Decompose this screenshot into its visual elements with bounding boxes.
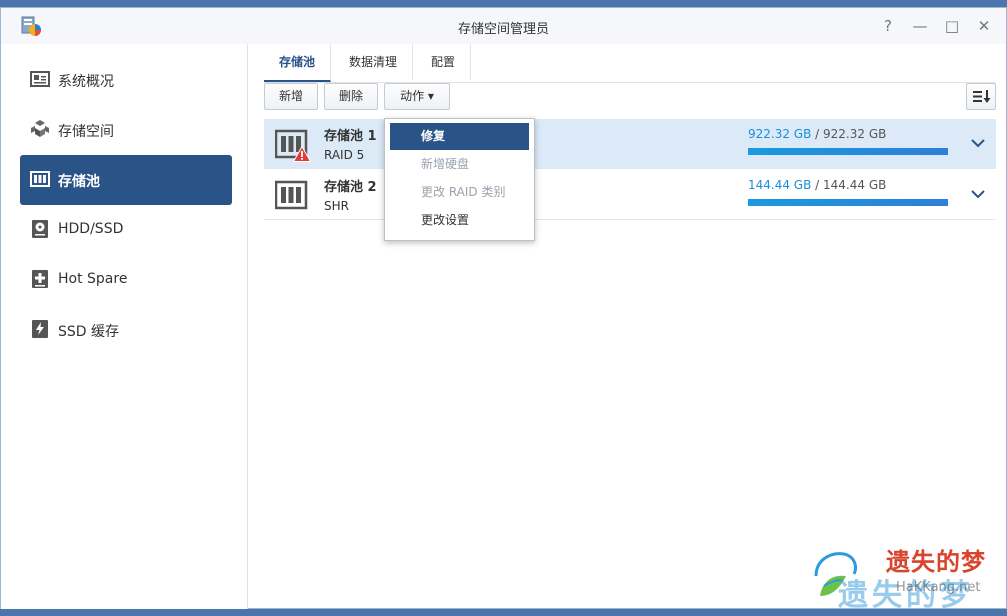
- create-button[interactable]: 新增: [264, 83, 318, 110]
- tab-data-scrubbing[interactable]: 数据清理: [334, 44, 414, 80]
- sidebar-item-volume[interactable]: 存储空间: [20, 105, 232, 155]
- pool-used: 144.44 GB: [748, 178, 812, 192]
- minimize-button[interactable]: —: [910, 16, 930, 36]
- sidebar-item-hdd-ssd[interactable]: HDD/SSD: [20, 205, 232, 255]
- sidebar: 系统概况 存储空间 存储池 HDD/SSD Hot Spare SSD 缓存: [1, 44, 248, 609]
- table-row[interactable]: 存储池 1 RAID 5 922.32 GB / 922.32 GB: [264, 119, 996, 169]
- sort-button[interactable]: [966, 83, 996, 110]
- pool-usage: 144.44 GB / 144.44 GB: [748, 178, 886, 192]
- pool-raid-type: RAID 5: [324, 148, 365, 162]
- usage-separator: /: [811, 127, 824, 141]
- pool-used: 922.32 GB: [748, 127, 812, 141]
- usage-bar: [748, 148, 948, 155]
- action-dropdown-button[interactable]: 动作 ▾: [384, 83, 450, 110]
- sidebar-item-hot-spare[interactable]: Hot Spare: [20, 255, 232, 305]
- pool-total: 144.44 GB: [823, 178, 887, 192]
- menu-item-add-disk[interactable]: 新增硬盘: [390, 151, 529, 178]
- sidebar-item-ssd-cache[interactable]: SSD 缓存: [20, 305, 232, 355]
- sort-icon: [973, 90, 991, 103]
- close-button[interactable]: ✕: [974, 16, 994, 36]
- usage-bar: [748, 199, 948, 206]
- sidebar-item-label: 系统概况: [58, 74, 114, 90]
- plus-box-icon: [32, 270, 48, 288]
- sidebar-item-label: Hot Spare: [58, 271, 128, 287]
- sidebar-item-label: SSD 缓存: [58, 324, 120, 340]
- sidebar-item-overview[interactable]: 系统概况: [20, 55, 232, 105]
- sidebar-item-label: 存储空间: [58, 124, 114, 140]
- tab-settings[interactable]: 配置: [416, 44, 472, 80]
- sidebar-item-storage-pool[interactable]: 存储池: [20, 155, 232, 205]
- pool-total: 922.32 GB: [823, 127, 887, 141]
- window-title: 存储空间管理员: [457, 22, 549, 37]
- menu-item-change-raid-type[interactable]: 更改 RAID 类别: [390, 179, 529, 206]
- storage-pool-icon: [275, 180, 308, 210]
- table-row[interactable]: 存储池 2 SHR 144.44 GB / 144.44 GB: [264, 170, 996, 220]
- cubes-icon: [31, 120, 49, 137]
- usage-bar-fill: [748, 199, 948, 206]
- menu-item-repair[interactable]: 修复: [390, 123, 529, 150]
- chevron-down-icon[interactable]: [970, 135, 986, 151]
- help-button[interactable]: ?: [878, 16, 898, 36]
- chevron-down-icon[interactable]: [970, 186, 986, 202]
- pool-raid-type: SHR: [324, 199, 349, 213]
- pool-usage: 922.32 GB / 922.32 GB: [748, 127, 886, 141]
- disk-icon: [32, 220, 48, 238]
- storage-manager-window: 存储空间管理员 ? — □ ✕ 系统概况 存储空间 存储池 HDD/SSD Ho…: [0, 7, 1007, 609]
- overview-icon: [30, 71, 50, 87]
- sidebar-item-label: 存储池: [58, 174, 100, 190]
- menu-item-change-settings[interactable]: 更改设置: [390, 207, 529, 234]
- watermark-site: HaKKang.net: [896, 580, 981, 595]
- sidebar-item-label: HDD/SSD: [58, 221, 124, 237]
- delete-button[interactable]: 删除: [324, 83, 378, 110]
- pool-name: 存储池 1: [324, 129, 377, 144]
- action-menu: 修复 新增硬盘 更改 RAID 类别 更改设置: [384, 118, 535, 241]
- warning-icon: [293, 146, 311, 162]
- pool-name: 存储池 2: [324, 180, 377, 195]
- ssd-cache-icon: [32, 320, 48, 338]
- usage-bar-fill: [748, 148, 948, 155]
- watermark: 遗失的梦 遗失的梦 HaKKang.net: [810, 540, 1000, 613]
- tab-bar: 存储池 数据清理 配置: [264, 44, 996, 83]
- storage-pool-icon: [30, 171, 50, 187]
- title-bar[interactable]: 存储空间管理员 ? — □ ✕: [1, 8, 1006, 44]
- maximize-button[interactable]: □: [942, 16, 962, 36]
- usage-separator: /: [811, 178, 824, 192]
- tab-storage-pool[interactable]: 存储池: [264, 44, 332, 82]
